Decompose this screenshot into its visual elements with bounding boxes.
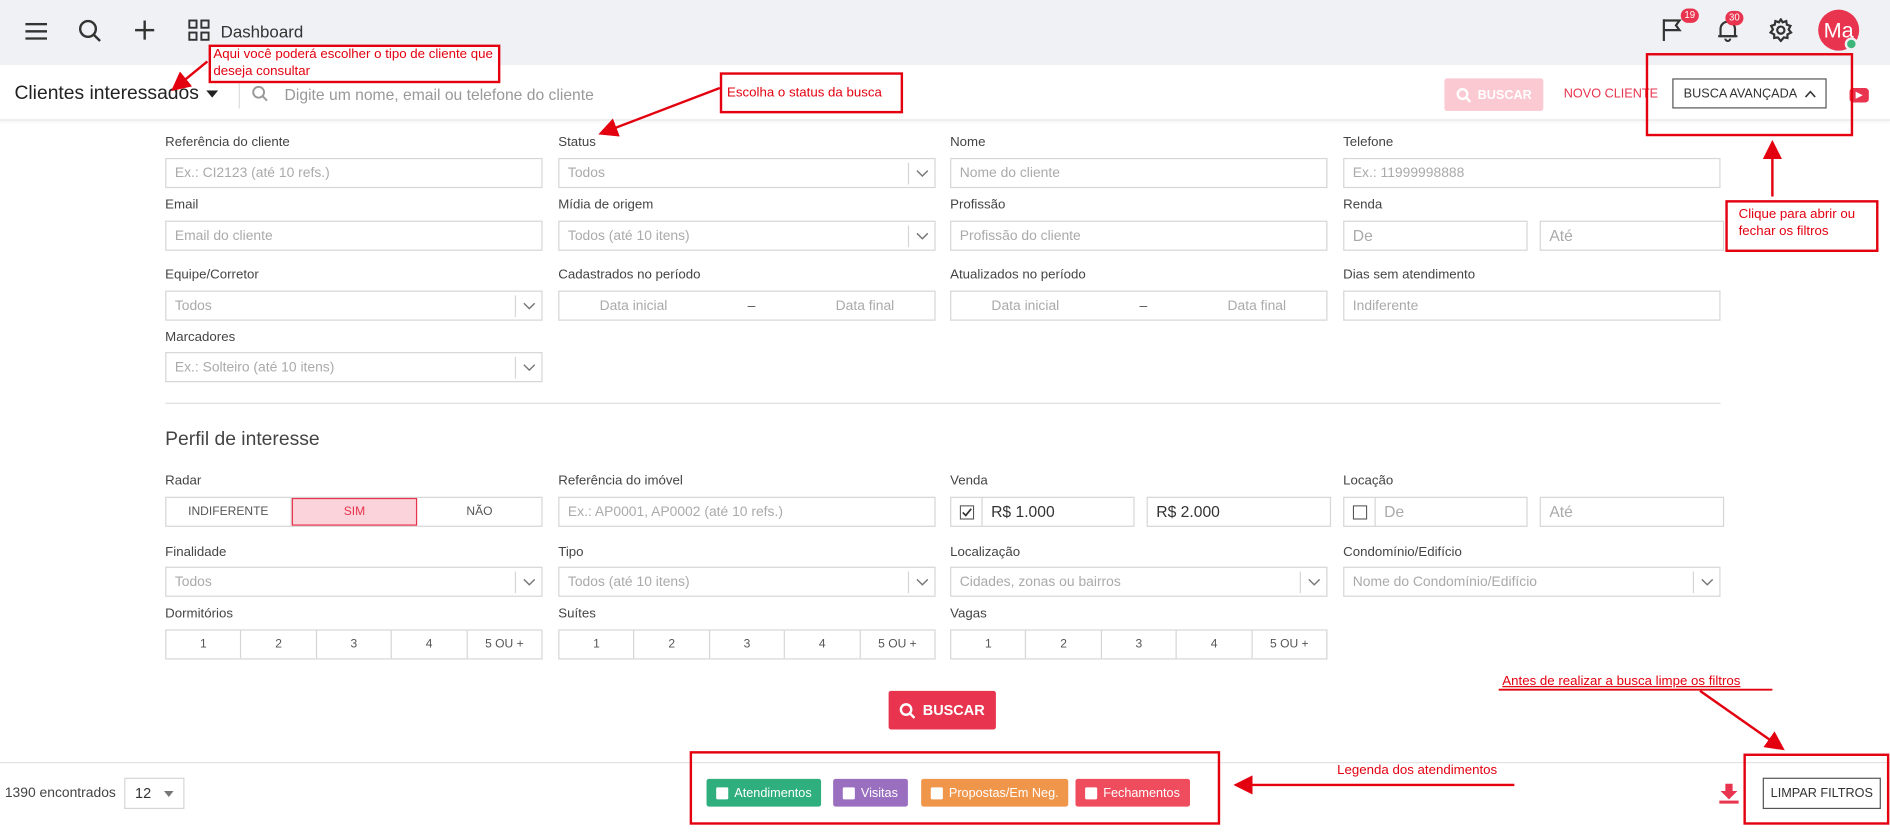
annotation-arrows xyxy=(171,60,1785,795)
